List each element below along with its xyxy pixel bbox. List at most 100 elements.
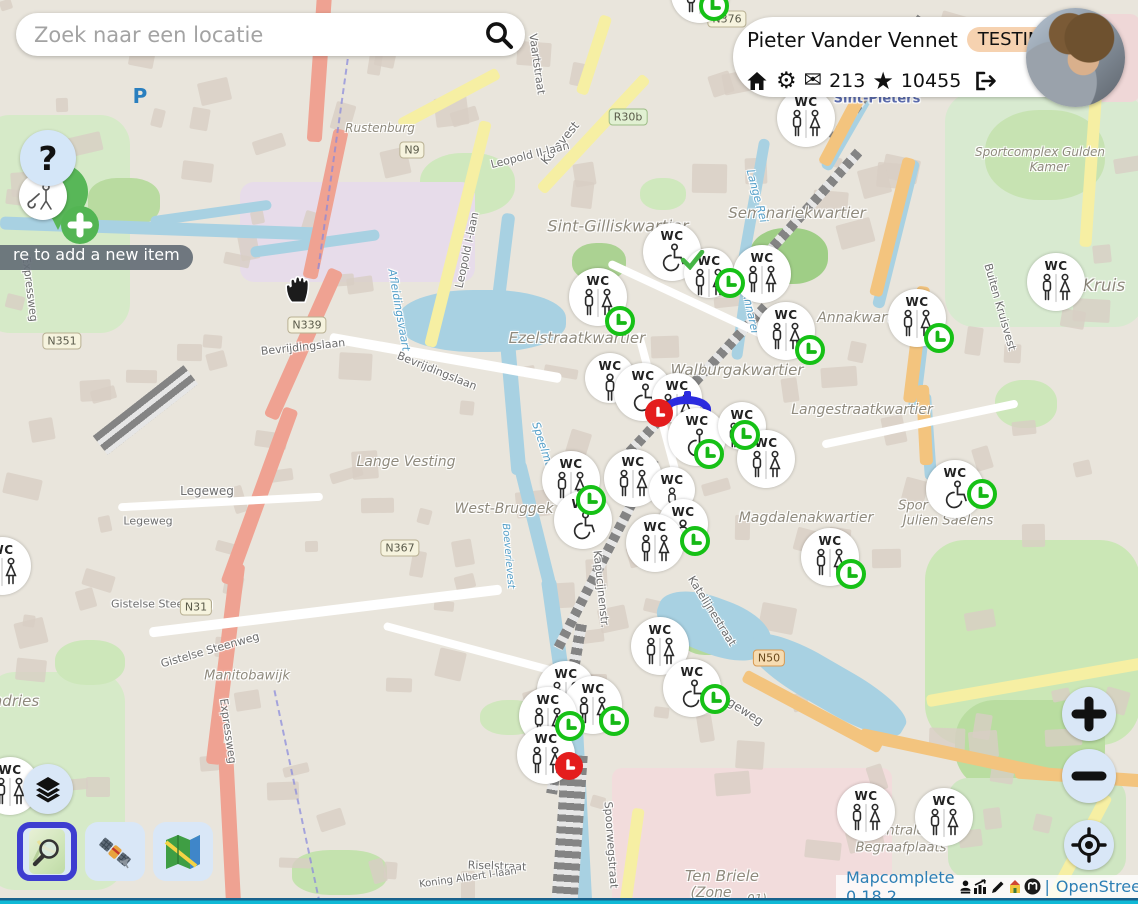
background-map-button[interactable]: [153, 822, 213, 881]
map-building: [56, 98, 68, 112]
search-button[interactable]: [473, 13, 525, 56]
mastodon-icon[interactable]: [1024, 878, 1041, 895]
wc-label: WC: [643, 521, 666, 533]
map-building: [461, 871, 475, 899]
map-building: [205, 350, 228, 371]
toilet-marker-mw[interactable]: WC: [626, 514, 684, 572]
zoom-in-button[interactable]: [1062, 687, 1116, 741]
wc-label: WC: [854, 790, 877, 802]
men-women-pictogram: [0, 557, 20, 587]
geolocate-button[interactable]: [1064, 820, 1114, 870]
map-building: [361, 498, 394, 514]
wc-label: WC: [750, 252, 773, 264]
road-ref-badge: N50: [753, 650, 785, 667]
map-building: [804, 839, 842, 861]
wc-label: WC: [660, 230, 683, 242]
wheelchair-pictogram: [940, 480, 970, 510]
toilet-marker-mw[interactable]: WC: [0, 537, 31, 595]
changesets-count: 10455: [901, 70, 961, 92]
map-building: [330, 101, 357, 133]
user-avatar[interactable]: [1026, 8, 1125, 107]
wc-label: WC: [685, 415, 708, 427]
wc-label: WC: [559, 458, 582, 470]
map-building: [181, 160, 214, 183]
opening-hours-open-badge: [700, 684, 730, 714]
satellite-icon: [94, 831, 136, 873]
map-building: [86, 777, 110, 797]
map-building: [701, 477, 731, 496]
opening-hours-open-badge: [967, 479, 997, 509]
road-ref-badge: N351: [42, 333, 81, 350]
map-label: Magdalenakwartier: [739, 510, 874, 526]
map-building: [346, 275, 374, 294]
wc-label: WC: [774, 309, 797, 321]
road-ref-badge: R30b: [609, 109, 648, 126]
opening-hours-open-badge: [576, 485, 606, 515]
map-building: [964, 326, 984, 356]
map-building: [983, 807, 1002, 830]
men-women-pictogram: [748, 450, 784, 480]
hand-cursor-icon: [283, 268, 313, 304]
map-building: [820, 366, 857, 388]
map-building: [735, 515, 750, 540]
minus-icon: [1069, 756, 1109, 796]
opening-hours-open-badge: [555, 711, 585, 741]
openstreetmap-link[interactable]: OpenStreetMap: [1056, 877, 1138, 896]
map-road: [218, 743, 242, 904]
help-button[interactable]: ?: [20, 130, 76, 186]
messages-envelope-icon[interactable]: ✉: [804, 70, 822, 92]
men-women-pictogram: [788, 109, 824, 139]
map-building: [2, 472, 43, 501]
map-building: [1022, 524, 1045, 547]
men-women-pictogram: [615, 469, 651, 499]
map-building: [386, 678, 412, 693]
toilet-marker-mw[interactable]: WC: [1027, 253, 1085, 311]
map-building: [653, 706, 669, 719]
toilet-marker-mw[interactable]: WC: [915, 788, 973, 846]
map-building: [872, 549, 901, 569]
map-building: [1004, 344, 1022, 364]
opening-hours-open-badge: [836, 559, 866, 589]
wc-label: WC: [631, 370, 654, 382]
men-women-pictogram: [926, 808, 962, 838]
map-building: [1011, 420, 1036, 436]
zoom-out-button[interactable]: [1062, 749, 1116, 803]
map-building: [835, 217, 875, 250]
map-building: [13, 617, 48, 649]
background-satellite-button[interactable]: [85, 822, 145, 881]
background-osm-button[interactable]: [17, 822, 77, 881]
wc-label: WC: [794, 96, 817, 108]
statistics-chart-icon[interactable]: [973, 879, 989, 895]
map-landuse: [88, 178, 160, 226]
verified-check-badge: [681, 250, 705, 275]
map-label: Boeverievest: [500, 523, 517, 589]
bottom-accent-bar: [0, 898, 1138, 904]
layers-button[interactable]: [23, 764, 73, 814]
wc-label: WC: [536, 694, 559, 706]
theme-logo-icon[interactable]: [1007, 879, 1023, 895]
map-building: [126, 370, 157, 384]
logout-icon[interactable]: [973, 69, 998, 93]
map-building: [75, 587, 98, 611]
settings-gear-icon[interactable]: ⚙: [776, 70, 797, 93]
map-road: [576, 14, 613, 96]
road-ref-badge: N367: [380, 540, 419, 557]
road-ref-badge: N31: [180, 599, 212, 616]
map-label: Legeweg: [180, 484, 234, 498]
road-ref-badge: N339: [287, 317, 326, 334]
edit-pencil-icon[interactable]: [990, 879, 1006, 895]
toilet-marker-mw[interactable]: WC: [777, 89, 835, 147]
map-building: [79, 379, 111, 402]
men-women-pictogram: [637, 534, 673, 564]
contributors-icon[interactable]: [959, 879, 972, 895]
mapcomplete-app: Brugge-Sint-PietersRustenburgSint-Gillis…: [0, 0, 1138, 904]
toilet-marker-mw[interactable]: WC: [837, 783, 895, 841]
search-input[interactable]: [16, 22, 473, 48]
map-building: [282, 762, 310, 778]
wc-label: WC: [534, 733, 557, 745]
map-water: [398, 290, 566, 352]
wc-label: WC: [671, 506, 694, 518]
map-building: [1072, 298, 1110, 323]
home-icon[interactable]: [745, 69, 769, 93]
add-item-plus-button[interactable]: [61, 206, 99, 244]
